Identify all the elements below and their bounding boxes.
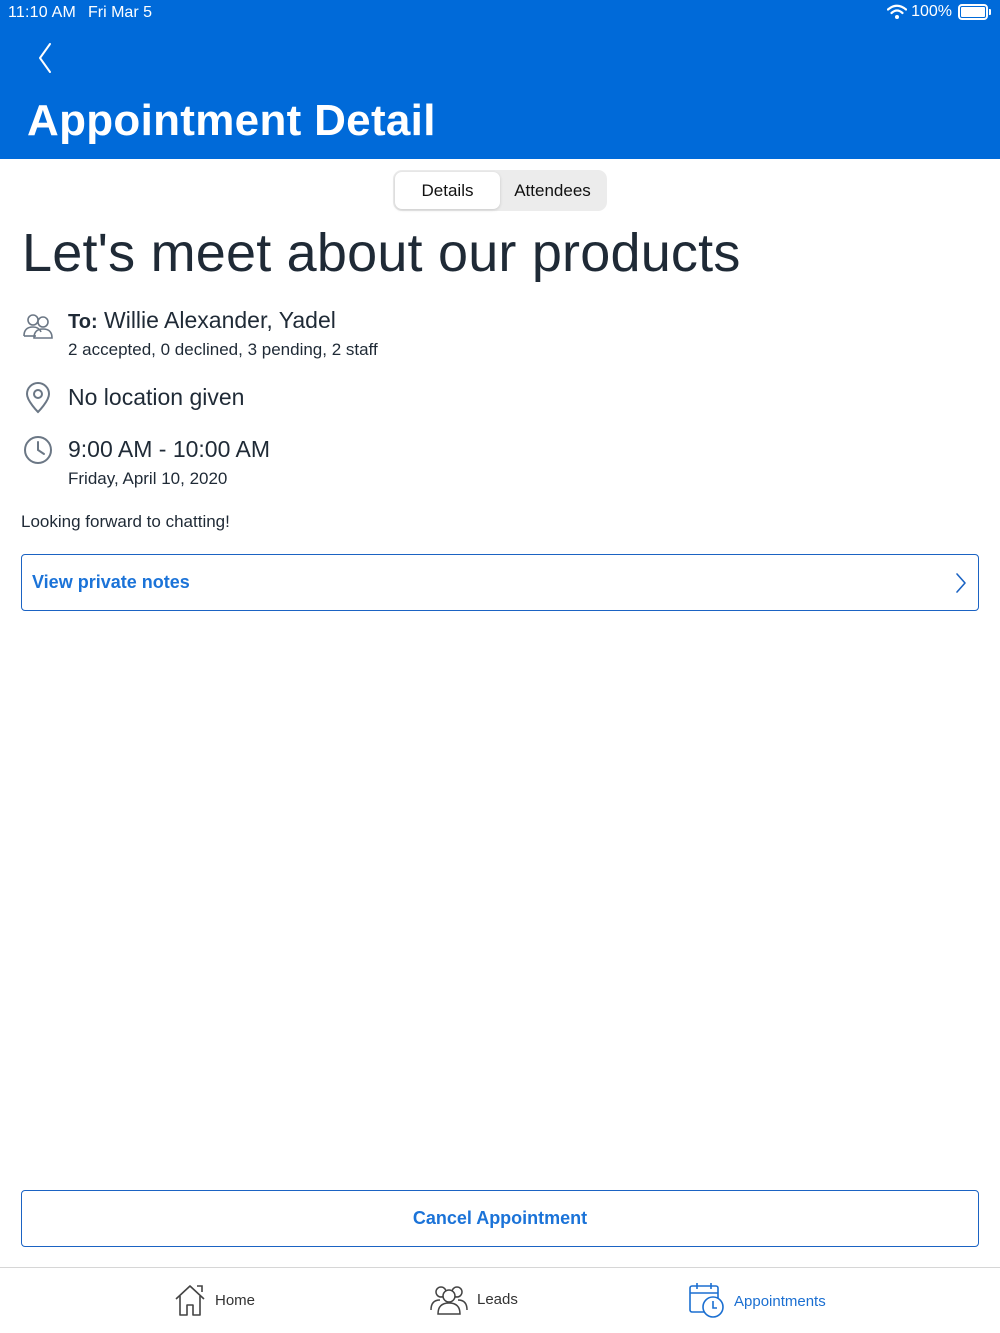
status-date: Fri Mar 5	[88, 4, 152, 21]
wifi-icon	[887, 4, 908, 19]
recipient-names: Willie Alexander, Yadel	[104, 307, 336, 333]
cancel-appointment-label: Cancel Appointment	[412, 1208, 588, 1228]
appointment-title: Let's meet about our products	[22, 223, 741, 283]
appointment-date: Friday, April 10, 2020	[68, 469, 228, 488]
page-title: Appointment Detail	[27, 96, 436, 145]
location-pin-icon	[25, 382, 51, 414]
clock-icon	[24, 436, 52, 464]
leads-icon	[430, 1286, 468, 1315]
segmented-control: Details Attendees	[393, 170, 607, 211]
home-icon	[175, 1285, 205, 1316]
recipients-line: To: Willie Alexander, Yadel	[68, 307, 336, 334]
app-header: 11:10 AM Fri Mar 5 100% Appointment Deta…	[0, 0, 1000, 159]
calendar-clock-icon	[689, 1283, 724, 1318]
view-private-notes-label: View private notes	[32, 572, 190, 592]
appointment-description: Looking forward to chatting!	[21, 512, 230, 531]
status-time: 11:10 AM	[8, 4, 77, 21]
location-text: No location given	[68, 384, 245, 410]
tab-leads[interactable]: Leads	[429, 1282, 518, 1316]
battery-percent: 100%	[911, 3, 952, 20]
battery-icon	[958, 4, 991, 20]
tab-appointments[interactable]: Appointments	[688, 1282, 826, 1320]
status-indicators: 100%	[887, 3, 991, 21]
time-range: 9:00 AM - 10:00 AM	[68, 436, 271, 462]
view-private-notes-button[interactable]: View private notes	[21, 554, 979, 611]
tab-leads-label: Leads	[477, 1290, 518, 1308]
cancel-appointment-button[interactable]: Cancel Appointment	[21, 1190, 979, 1247]
tab-home[interactable]: Home	[173, 1282, 255, 1318]
tab-details[interactable]: Details	[395, 172, 500, 209]
tab-appointments-label: Appointments	[734, 1292, 826, 1310]
chevron-right-icon	[956, 573, 966, 593]
chevron-left-icon	[39, 43, 51, 73]
attendance-summary: 2 accepted, 0 declined, 3 pending, 2 sta…	[68, 340, 378, 359]
tab-bar: Home Leads Appointments	[0, 1267, 1000, 1333]
back-button[interactable]	[30, 40, 60, 80]
tab-home-label: Home	[215, 1291, 256, 1309]
people-icon	[23, 314, 53, 339]
to-label: To:	[68, 311, 98, 333]
tab-attendees[interactable]: Attendees	[500, 172, 605, 209]
